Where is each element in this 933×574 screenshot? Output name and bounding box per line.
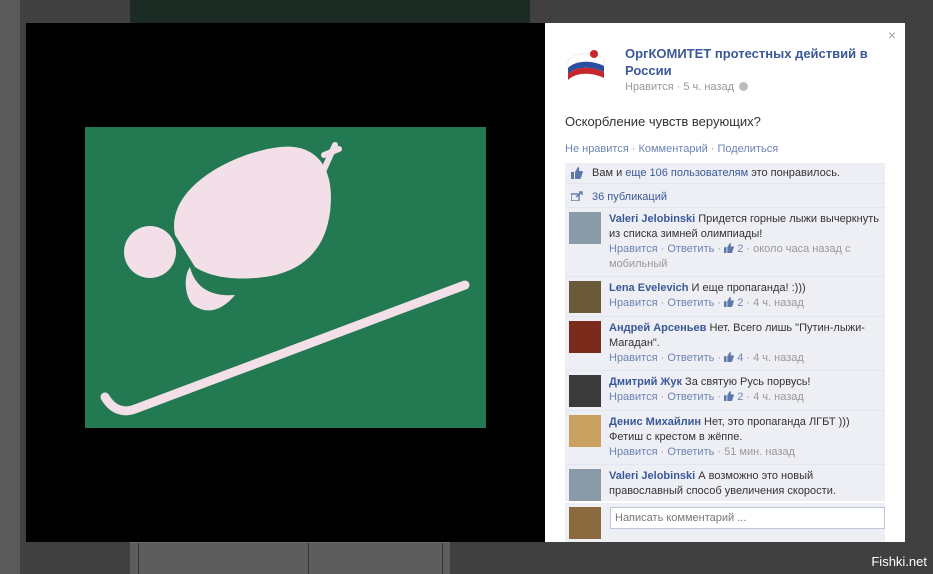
comment-reply-link[interactable]: Ответить bbox=[667, 297, 714, 309]
thumbs-up-icon bbox=[724, 352, 734, 362]
commenter-avatar[interactable] bbox=[569, 375, 601, 407]
page-logo[interactable] bbox=[564, 44, 608, 88]
dimmed-bottom-thumbnails bbox=[130, 542, 450, 574]
comment-reply-link[interactable]: Ответить bbox=[667, 352, 714, 364]
thumbs-up-icon bbox=[724, 243, 734, 253]
comment-item: Valeri Jelobinski Придется горные лыжи в… bbox=[565, 208, 885, 277]
comment-meta: Нравится · Ответить · 2 · 4 ч. назад bbox=[609, 391, 804, 403]
page-name[interactable]: ОргКОМИТЕТ протестных действий в России bbox=[625, 45, 893, 79]
commenter-avatar[interactable] bbox=[569, 281, 601, 313]
comment-reply-link[interactable]: Ответить bbox=[667, 446, 714, 458]
comment-item: Андрей Арсеньев Нет. Всего лишь "Путин-л… bbox=[565, 317, 885, 371]
commenter-avatar[interactable] bbox=[569, 469, 601, 501]
post-actions: Не нравится · Комментарий · Поделиться bbox=[565, 143, 779, 155]
feedback-list[interactable]: Вам и еще 106 пользователям это понравил… bbox=[565, 163, 885, 501]
post-text: Оскорбление чувств верующих? bbox=[565, 114, 761, 129]
comment-like-count[interactable]: 4 bbox=[737, 352, 743, 364]
comment-text-line: Андрей Арсеньев Нет. Всего лишь "Путин-л… bbox=[609, 321, 879, 351]
comment-author[interactable]: Valeri Jelobinski bbox=[609, 213, 695, 225]
photo-stage[interactable] bbox=[26, 23, 545, 542]
globe-icon bbox=[739, 82, 749, 91]
comment-text-line: Valeri Jelobinski А возможно это новый п… bbox=[609, 469, 879, 499]
dimmed-left-column bbox=[0, 0, 20, 574]
comment-item: Lena Evelevich И еще пропаганда! :))) Нра… bbox=[565, 277, 885, 317]
comment-like-link[interactable]: Нравится bbox=[609, 243, 658, 255]
shares-summary[interactable]: 36 публикаций bbox=[565, 184, 885, 208]
likers-link[interactable]: еще 106 пользователям bbox=[625, 167, 748, 179]
comment-text-line: Lena Evelevich И еще пропаганда! :))) bbox=[609, 281, 879, 296]
shares-count[interactable]: 36 публикаций bbox=[592, 191, 667, 203]
post-meta: Нравится · 5 ч. назад bbox=[625, 81, 749, 93]
comment-time[interactable]: 4 ч. назад bbox=[753, 391, 804, 403]
comment-like-count[interactable]: 2 bbox=[737, 243, 743, 255]
comment-author[interactable]: Valeri Jelobinski bbox=[609, 470, 695, 482]
page-like-link[interactable]: Нравится bbox=[625, 81, 674, 93]
comment-like-link[interactable]: Нравится bbox=[609, 446, 658, 458]
comment-meta: Нравится · Ответить · 2 · 4 ч. назад bbox=[609, 297, 804, 309]
post-side-panel: × ОргКОМИТЕТ протестных действий в Росси… bbox=[545, 23, 905, 542]
share-icon bbox=[571, 191, 583, 201]
comment-link[interactable]: Комментарий bbox=[638, 143, 707, 155]
comment-reply-link[interactable]: Ответить bbox=[667, 391, 714, 403]
comment-meta: Нравится · Ответить · 51 мин. назад bbox=[609, 446, 795, 458]
comments-container: Valeri Jelobinski Придется горные лыжи в… bbox=[565, 208, 885, 501]
share-link[interactable]: Поделиться bbox=[717, 143, 778, 155]
post-time[interactable]: 5 ч. назад bbox=[683, 81, 734, 93]
comment-text-line: Дмитрий Жук За святую Русь порвусь! bbox=[609, 375, 879, 390]
comment-input[interactable] bbox=[610, 507, 885, 529]
comment-body: И еще пропаганда! :))) bbox=[688, 282, 806, 294]
comment-like-link[interactable]: Нравится bbox=[609, 352, 658, 364]
current-user-avatar bbox=[569, 507, 601, 539]
comment-author[interactable]: Дмитрий Жук bbox=[609, 376, 682, 388]
comment-author[interactable]: Андрей Арсеньев bbox=[609, 322, 706, 334]
comment-meta: Нравится · Ответить · 4 · 4 ч. назад bbox=[609, 352, 804, 364]
comment-text-line: Денис Михайлин Нет, это пропаганда ЛГБТ … bbox=[609, 415, 879, 445]
comment-text-line: Valeri Jelobinski Придется горные лыжи в… bbox=[609, 212, 879, 242]
comment-time[interactable]: 51 мин. назад bbox=[724, 446, 795, 458]
comment-item: Денис Михайлин Нет, это пропаганда ЛГБТ … bbox=[565, 411, 885, 465]
thumbs-up-icon bbox=[571, 167, 583, 179]
comment-author[interactable]: Денис Михайлин bbox=[609, 416, 701, 428]
comment-item: Valeri Jelobinski А возможно это новый п… bbox=[565, 465, 885, 501]
comment-like-link[interactable]: Нравится bbox=[609, 391, 658, 403]
comment-meta: Нравится · Ответить · 2 · около часа наз… bbox=[609, 243, 851, 270]
comment-body: За святую Русь порвусь! bbox=[682, 376, 811, 388]
close-icon[interactable]: × bbox=[886, 28, 898, 42]
unlike-link[interactable]: Не нравится bbox=[565, 143, 629, 155]
thumbs-up-icon bbox=[724, 297, 734, 307]
commenter-avatar[interactable] bbox=[569, 415, 601, 447]
dimmed-top-image bbox=[130, 0, 530, 24]
comment-item: Дмитрий Жук За святую Русь порвусь! Нрави… bbox=[565, 371, 885, 411]
comment-time[interactable]: 4 ч. назад bbox=[753, 352, 804, 364]
comment-author[interactable]: Lena Evelevich bbox=[609, 282, 689, 294]
watermark: Fishki.net bbox=[871, 554, 927, 569]
comment-composer bbox=[565, 503, 885, 542]
ski-pictogram bbox=[85, 127, 486, 428]
page-logo-image bbox=[564, 44, 608, 88]
likes-summary: Вам и еще 106 пользователям это понравил… bbox=[565, 163, 885, 184]
comment-like-count[interactable]: 2 bbox=[737, 391, 743, 403]
commenter-avatar[interactable] bbox=[569, 321, 601, 353]
ski-pictogram-photo bbox=[85, 127, 486, 428]
comment-like-count[interactable]: 2 bbox=[737, 297, 743, 309]
thumbs-up-icon bbox=[724, 391, 734, 401]
commenter-avatar[interactable] bbox=[569, 212, 601, 244]
comment-reply-link[interactable]: Ответить bbox=[667, 243, 714, 255]
comment-time[interactable]: 4 ч. назад bbox=[753, 297, 804, 309]
comment-like-link[interactable]: Нравится bbox=[609, 297, 658, 309]
